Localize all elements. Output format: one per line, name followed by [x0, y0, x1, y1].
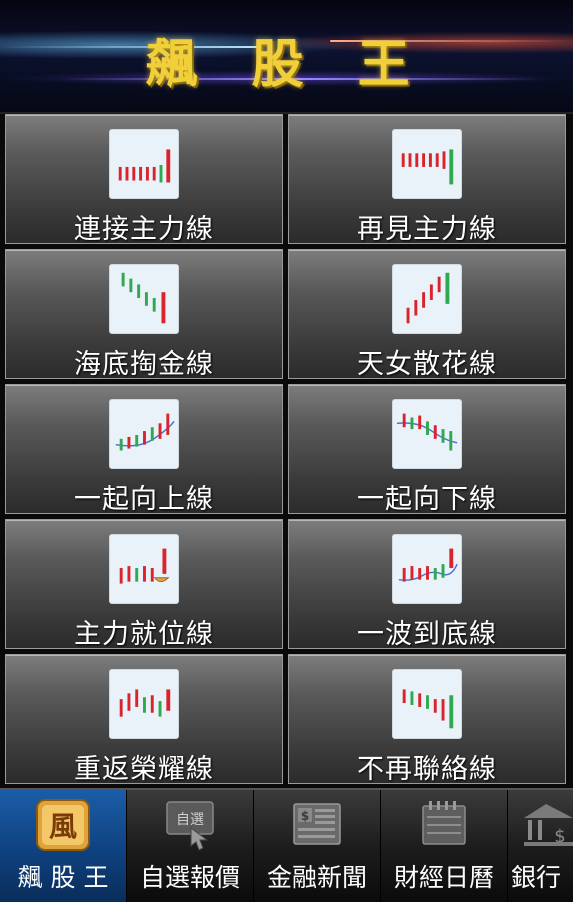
rising-candles-icon — [109, 129, 179, 199]
svg-text:自選: 自選 — [176, 812, 204, 828]
pattern-button-7[interactable]: 一波到底線 — [288, 519, 566, 650]
pattern-button-3[interactable]: 天女散花線 — [288, 249, 566, 380]
app-logo-icon: 風 — [34, 798, 92, 852]
news-icon: $ — [288, 798, 346, 852]
downtrend-reversal-icon — [109, 264, 179, 334]
pattern-button-4[interactable]: 一起向上線 — [5, 384, 283, 515]
tab-watchlist[interactable]: 自選 自選報價 — [127, 790, 254, 902]
calendar-icon — [415, 798, 473, 852]
bottom-tab-bar: 風 飆 股 王 自選 自選報價 $ 金融新聞 財經日曆 $ 銀行 — [0, 788, 573, 902]
pattern-label: 不再聯絡線 — [357, 754, 497, 785]
pattern-label: 一起向下線 — [357, 484, 497, 515]
pattern-label: 連接主力線 — [74, 214, 214, 245]
pattern-label: 再見主力線 — [357, 214, 497, 245]
tab-label: 銀行 — [511, 863, 562, 892]
svg-text:風: 風 — [49, 810, 77, 843]
pattern-button-1[interactable]: 再見主力線 — [288, 114, 566, 245]
pattern-label: 主力就位線 — [74, 619, 214, 650]
zigzag-candles-icon — [109, 669, 179, 739]
pattern-button-8[interactable]: 重返榮耀線 — [5, 654, 283, 785]
uptrend-candles-icon — [392, 264, 462, 334]
app-header: 飆 股 王 — [0, 0, 573, 114]
tab-news[interactable]: $ 金融新聞 — [254, 790, 381, 902]
pattern-grid: 連接主力線 再見主力線 海底掏金線 天女散花線 一起向上線 一起向下線 主力就位… — [5, 114, 568, 786]
pattern-label: 重返榮耀線 — [74, 754, 214, 785]
watchlist-icon: 自選 — [161, 798, 219, 852]
pattern-button-9[interactable]: 不再聯絡線 — [288, 654, 566, 785]
tab-label: 飆 股 王 — [17, 863, 109, 892]
pattern-button-0[interactable]: 連接主力線 — [5, 114, 283, 245]
tab-label: 財經日曆 — [393, 863, 494, 892]
tab-label: 金融新聞 — [266, 863, 367, 892]
pattern-label: 一波到底線 — [357, 619, 497, 650]
app-title: 飆 股 王 — [145, 35, 428, 95]
pattern-label: 天女散花線 — [357, 349, 497, 380]
moving-average-up-icon — [109, 399, 179, 469]
breakdown-candles-icon — [392, 669, 462, 739]
bowl-bottom-icon — [109, 534, 179, 604]
pattern-button-2[interactable]: 海底掏金線 — [5, 249, 283, 380]
moving-average-down-icon — [392, 399, 462, 469]
pattern-label: 海底掏金線 — [74, 349, 214, 380]
falling-candles-icon — [392, 129, 462, 199]
tab-bank[interactable]: $ 銀行 — [508, 790, 573, 902]
bank-icon: $ — [520, 798, 573, 852]
pattern-button-6[interactable]: 主力就位線 — [5, 519, 283, 650]
wave-bottom-icon — [392, 534, 462, 604]
tab-label: 自選報價 — [139, 863, 240, 892]
pattern-label: 一起向上線 — [74, 484, 214, 515]
svg-text:$: $ — [301, 809, 309, 823]
tab-home[interactable]: 風 飆 股 王 — [0, 790, 127, 902]
tab-calendar[interactable]: 財經日曆 — [381, 790, 508, 902]
pattern-button-5[interactable]: 一起向下線 — [288, 384, 566, 515]
